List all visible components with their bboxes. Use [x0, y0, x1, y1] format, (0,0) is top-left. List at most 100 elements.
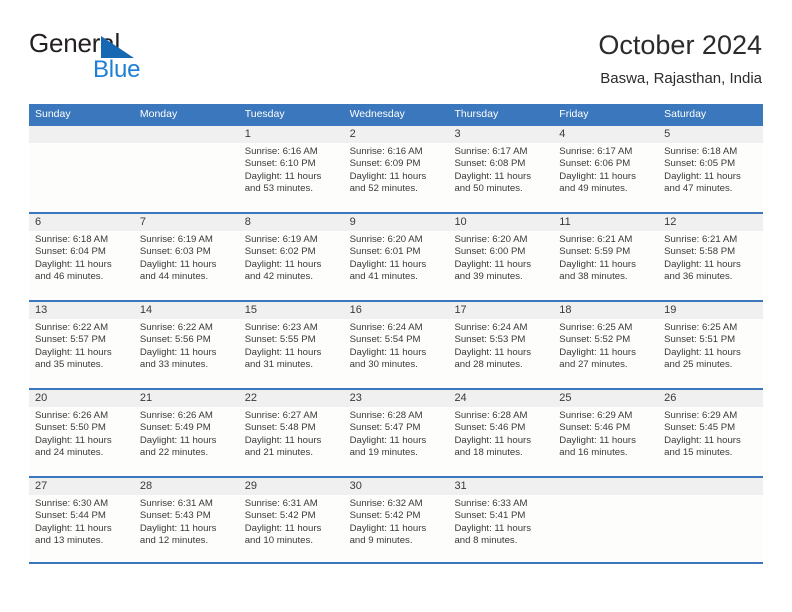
- sunrise-text: Sunrise: 6:18 AM: [35, 234, 109, 245]
- day-cell[interactable]: 10 Sunrise: 6:20 AM Sunset: 6:00 PM Dayligh…: [448, 214, 554, 300]
- day-cell[interactable]: 8 Sunrise: 6:19 AM Sunset: 6:02 PM Daylight…: [238, 214, 344, 300]
- day-details: Sunrise: 6:19 AM Sunset: 6:03 PM Daylight:…: [134, 231, 239, 283]
- sunset-text: Sunset: 5:50 PM: [35, 422, 106, 434]
- day-number: 23: [349, 392, 362, 404]
- day-cell[interactable]: 25 Sunrise: 6:29 AM Sunset: 5:46 PM Dayligh…: [553, 390, 659, 476]
- sunrise-text: Sunrise: 6:29 AM: [664, 410, 738, 421]
- sunset-text: Sunset: 6:04 PM: [35, 246, 106, 258]
- day-details: Sunrise: 6:19 AM Sunset: 6:02 PM Daylight:…: [239, 231, 344, 283]
- day-details: Sunrise: 6:31 AM Sunset: 5:42 PM Daylight:…: [239, 495, 344, 547]
- daylight-text-line2: and 46 minutes.: [35, 270, 104, 282]
- day-cell[interactable]: 30 Sunrise: 6:32 AM Sunset: 5:42 PM Dayligh…: [343, 478, 449, 562]
- day-number-band: 30: [343, 478, 449, 495]
- sunrise-text: Sunrise: 6:31 AM: [139, 498, 213, 509]
- day-cell[interactable]: 18 Sunrise: 6:25 AM Sunset: 5:52 PM Dayligh…: [553, 302, 659, 388]
- day-cell[interactable]: 1 Sunrise: 6:16 AM Sunset: 6:10 PM Daylight…: [238, 126, 344, 212]
- day-number: 13: [35, 304, 48, 316]
- day-number-band: 10: [448, 214, 554, 231]
- day-details: Sunrise: 6:17 AM Sunset: 6:06 PM Daylight:…: [553, 143, 658, 195]
- sunset-text: Sunset: 5:53 PM: [454, 334, 526, 346]
- day-cell[interactable]: 22 Sunrise: 6:27 AM Sunset: 5:48 PM Dayligh…: [238, 390, 344, 476]
- day-cell[interactable]: 9 Sunrise: 6:20 AM Sunset: 6:01 PM Daylight…: [343, 214, 449, 300]
- daylight-text-line1: Daylight: 11 hours: [664, 258, 741, 270]
- day-cell[interactable]: 21 Sunrise: 6:26 AM Sunset: 5:49 PM Dayligh…: [133, 390, 239, 476]
- day-number: 7: [139, 216, 146, 228]
- day-number-band: 12: [658, 214, 764, 231]
- weekday-header-thursday: Thursday: [454, 108, 499, 120]
- sunset-text: Sunset: 5:56 PM: [139, 334, 211, 346]
- sunset-text: Sunset: 5:44 PM: [35, 510, 106, 522]
- day-cell[interactable]: 15 Sunrise: 6:23 AM Sunset: 5:55 PM Dayligh…: [238, 302, 344, 388]
- daylight-text-line2: and 44 minutes.: [139, 270, 209, 282]
- calendar-weeks: 1 Sunrise: 6:16 AM Sunset: 6:10 PM Daylight…: [29, 124, 764, 564]
- day-details: Sunrise: 6:29 AM Sunset: 5:46 PM Daylight:…: [553, 407, 658, 459]
- daylight-text-line1: Daylight: 11 hours: [349, 170, 427, 182]
- sunrise-text: Sunrise: 6:26 AM: [35, 410, 109, 421]
- day-number-band: 25: [553, 390, 659, 407]
- day-cell[interactable]: 14 Sunrise: 6:22 AM Sunset: 5:56 PM Dayligh…: [133, 302, 239, 388]
- general-blue-logo[interactable]: General Blue: [29, 28, 269, 88]
- weekday-header-sunday: Sunday: [35, 108, 71, 120]
- day-cell-empty: [133, 126, 239, 212]
- sunset-text: Sunset: 6:08 PM: [454, 158, 526, 170]
- day-number-band: 17: [448, 302, 554, 319]
- day-number: 26: [664, 392, 677, 404]
- day-cell[interactable]: 13 Sunrise: 6:22 AM Sunset: 5:57 PM Dayligh…: [29, 302, 134, 388]
- day-cell[interactable]: 28 Sunrise: 6:31 AM Sunset: 5:43 PM Dayligh…: [133, 478, 239, 562]
- day-number-band: 27: [29, 478, 134, 495]
- day-number-band: 21: [133, 390, 239, 407]
- day-details: Sunrise: 6:26 AM Sunset: 5:49 PM Daylight:…: [134, 407, 239, 459]
- daylight-text-line2: and 33 minutes.: [139, 358, 209, 370]
- daylight-text-line1: Daylight: 11 hours: [35, 434, 112, 446]
- sunrise-text: Sunrise: 6:17 AM: [559, 146, 633, 157]
- day-cell[interactable]: 7 Sunrise: 6:19 AM Sunset: 6:03 PM Daylight…: [133, 214, 239, 300]
- sunset-text: Sunset: 5:59 PM: [559, 246, 631, 258]
- daylight-text-line1: Daylight: 11 hours: [35, 346, 112, 358]
- daylight-text-line2: and 35 minutes.: [35, 358, 104, 370]
- day-cell[interactable]: 5 Sunrise: 6:18 AM Sunset: 6:05 PM Daylight…: [658, 126, 764, 212]
- day-cell[interactable]: 11 Sunrise: 6:21 AM Sunset: 5:59 PM Dayligh…: [553, 214, 659, 300]
- day-number-band: [658, 478, 764, 495]
- day-cell[interactable]: 2 Sunrise: 6:16 AM Sunset: 6:09 PM Daylight…: [343, 126, 449, 212]
- day-cell[interactable]: 26 Sunrise: 6:29 AM Sunset: 5:45 PM Dayligh…: [658, 390, 764, 476]
- day-cell[interactable]: 6 Sunrise: 6:18 AM Sunset: 6:04 PM Daylight…: [29, 214, 134, 300]
- day-cell[interactable]: 23 Sunrise: 6:28 AM Sunset: 5:47 PM Dayligh…: [343, 390, 449, 476]
- daylight-text-line2: and 24 minutes.: [35, 446, 104, 458]
- day-details: Sunrise: 6:18 AM Sunset: 6:04 PM Daylight:…: [29, 231, 134, 283]
- day-cell[interactable]: 17 Sunrise: 6:24 AM Sunset: 5:53 PM Dayligh…: [448, 302, 554, 388]
- day-cell[interactable]: 31 Sunrise: 6:33 AM Sunset: 5:41 PM Dayligh…: [448, 478, 554, 562]
- daylight-text-line1: Daylight: 11 hours: [349, 434, 427, 446]
- sunrise-text: Sunrise: 6:26 AM: [139, 410, 213, 421]
- sunrise-text: Sunrise: 6:29 AM: [559, 410, 633, 421]
- daylight-text-line1: Daylight: 11 hours: [244, 434, 322, 446]
- sunrise-text: Sunrise: 6:31 AM: [244, 498, 318, 509]
- day-cell[interactable]: 16 Sunrise: 6:24 AM Sunset: 5:54 PM Dayligh…: [343, 302, 449, 388]
- daylight-text-line2: and 22 minutes.: [139, 446, 209, 458]
- daylight-text-line2: and 28 minutes.: [454, 358, 523, 370]
- daylight-text-line2: and 8 minutes.: [454, 534, 518, 546]
- daylight-text-line1: Daylight: 11 hours: [559, 170, 636, 182]
- daylight-text-line2: and 27 minutes.: [559, 358, 628, 370]
- day-number-band: [29, 126, 134, 143]
- day-cell[interactable]: 4 Sunrise: 6:17 AM Sunset: 6:06 PM Daylight…: [553, 126, 659, 212]
- day-cell[interactable]: 20 Sunrise: 6:26 AM Sunset: 5:50 PM Dayligh…: [29, 390, 134, 476]
- day-details: Sunrise: 6:27 AM Sunset: 5:48 PM Daylight:…: [239, 407, 344, 459]
- sunset-text: Sunset: 6:00 PM: [454, 246, 526, 258]
- weekday-header-friday: Friday: [559, 108, 589, 120]
- day-cell[interactable]: 29 Sunrise: 6:31 AM Sunset: 5:42 PM Dayligh…: [238, 478, 344, 562]
- sunset-text: Sunset: 5:51 PM: [664, 334, 736, 346]
- day-details: Sunrise: 6:22 AM Sunset: 5:56 PM Daylight:…: [134, 319, 239, 371]
- day-cell[interactable]: 19 Sunrise: 6:25 AM Sunset: 5:51 PM Dayligh…: [658, 302, 764, 388]
- day-number: 6: [35, 216, 42, 228]
- daylight-text-line1: Daylight: 11 hours: [244, 170, 322, 182]
- sunrise-text: Sunrise: 6:21 AM: [559, 234, 633, 245]
- day-cell[interactable]: 24 Sunrise: 6:28 AM Sunset: 5:46 PM Dayligh…: [448, 390, 554, 476]
- sunset-text: Sunset: 5:41 PM: [454, 510, 526, 522]
- day-details: Sunrise: 6:28 AM Sunset: 5:47 PM Daylight:…: [344, 407, 449, 459]
- day-cell[interactable]: 3 Sunrise: 6:17 AM Sunset: 6:08 PM Daylight…: [448, 126, 554, 212]
- day-cell[interactable]: 27 Sunrise: 6:30 AM Sunset: 5:44 PM Dayligh…: [29, 478, 134, 562]
- day-number-band: 28: [133, 478, 239, 495]
- day-number: 11: [559, 216, 571, 228]
- day-cell[interactable]: 12 Sunrise: 6:21 AM Sunset: 5:58 PM Dayligh…: [658, 214, 764, 300]
- sunset-text: Sunset: 5:47 PM: [349, 422, 421, 434]
